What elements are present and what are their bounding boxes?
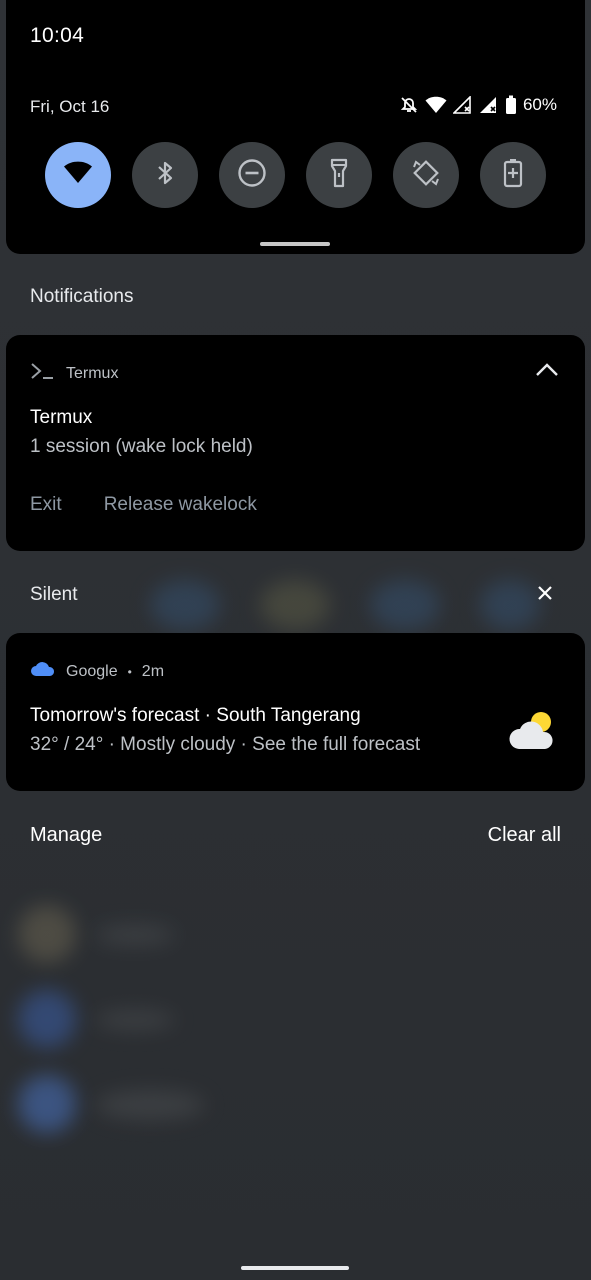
blurred-app-icon: [480, 580, 540, 630]
blurred-text: [95, 1010, 175, 1030]
blurred-app-icon: [18, 990, 76, 1048]
bluetooth-tile[interactable]: [132, 142, 198, 208]
wifi-icon: [63, 161, 93, 190]
partly-cloudy-icon: [507, 709, 559, 756]
status-date[interactable]: Fri, Oct 16: [30, 97, 109, 117]
termux-text: 1 session (wake lock held): [30, 436, 253, 457]
status-clock: 10:04: [30, 24, 85, 47]
auto-rotate-tile[interactable]: [393, 142, 459, 208]
gesture-nav-bar[interactable]: [241, 1266, 349, 1270]
close-icon[interactable]: [537, 585, 553, 606]
wifi-status-icon: [425, 96, 447, 114]
flashlight-tile[interactable]: [306, 142, 372, 208]
exit-button[interactable]: Exit: [30, 494, 62, 516]
alarm-off-icon: [399, 95, 419, 115]
bluetooth-icon: [154, 159, 176, 192]
google-app-name: Google: [66, 662, 118, 680]
meta-separator: •: [127, 664, 132, 679]
battery-saver-icon: [503, 158, 523, 193]
do-not-disturb-tile[interactable]: [219, 142, 285, 208]
termux-app-name: Termux: [66, 364, 119, 382]
blurred-text: [95, 1090, 205, 1120]
blurred-app-icon: [18, 1075, 76, 1133]
notifications-header: Notifications: [30, 286, 134, 307]
quick-settings-panel: 10:04 Fri, Oct 16 60%: [6, 0, 585, 254]
termux-app-row: Termux: [30, 361, 118, 386]
google-time: 2m: [141, 662, 165, 680]
auto-rotate-icon: [411, 158, 441, 193]
status-icons: 60%: [399, 95, 557, 115]
expand-handle[interactable]: [260, 242, 330, 246]
chevron-up-icon[interactable]: [535, 363, 559, 382]
blurred-text: [95, 925, 175, 945]
silent-header: Silent: [30, 584, 78, 605]
blurred-app-icon: [150, 580, 220, 630]
terminal-icon: [30, 361, 56, 386]
flashlight-icon: [329, 158, 349, 193]
signal-x-icon: [452, 96, 473, 114]
google-weather-notification[interactable]: Google • 2m Tomorrow's forecast · South …: [6, 633, 585, 791]
wifi-tile[interactable]: [45, 142, 111, 208]
termux-title: Termux: [30, 407, 93, 428]
blurred-app-icon: [18, 905, 76, 963]
termux-notification[interactable]: Termux Termux 1 session (wake lock held)…: [6, 335, 585, 551]
signal-x-icon-2: [479, 96, 499, 114]
battery-saver-tile[interactable]: [480, 142, 546, 208]
manage-button[interactable]: Manage: [30, 824, 102, 847]
termux-actions: Exit Release wakelock: [30, 494, 257, 516]
blurred-app-icon: [260, 580, 330, 630]
cloud-icon: [30, 661, 56, 682]
release-wakelock-button[interactable]: Release wakelock: [104, 494, 257, 516]
blurred-app-icon: [370, 580, 440, 630]
quick-settings-tiles: [45, 142, 546, 208]
google-text: 32° / 24° · Mostly cloudy · See the full…: [30, 734, 421, 755]
clear-all-button[interactable]: Clear all: [488, 824, 561, 847]
battery-percent: 60%: [522, 95, 557, 114]
google-title: Tomorrow's forecast · South Tangerang: [30, 705, 361, 726]
google-app-row: Google • 2m: [30, 661, 164, 682]
battery-icon: [505, 95, 517, 115]
do-not-disturb-icon: [237, 158, 267, 193]
